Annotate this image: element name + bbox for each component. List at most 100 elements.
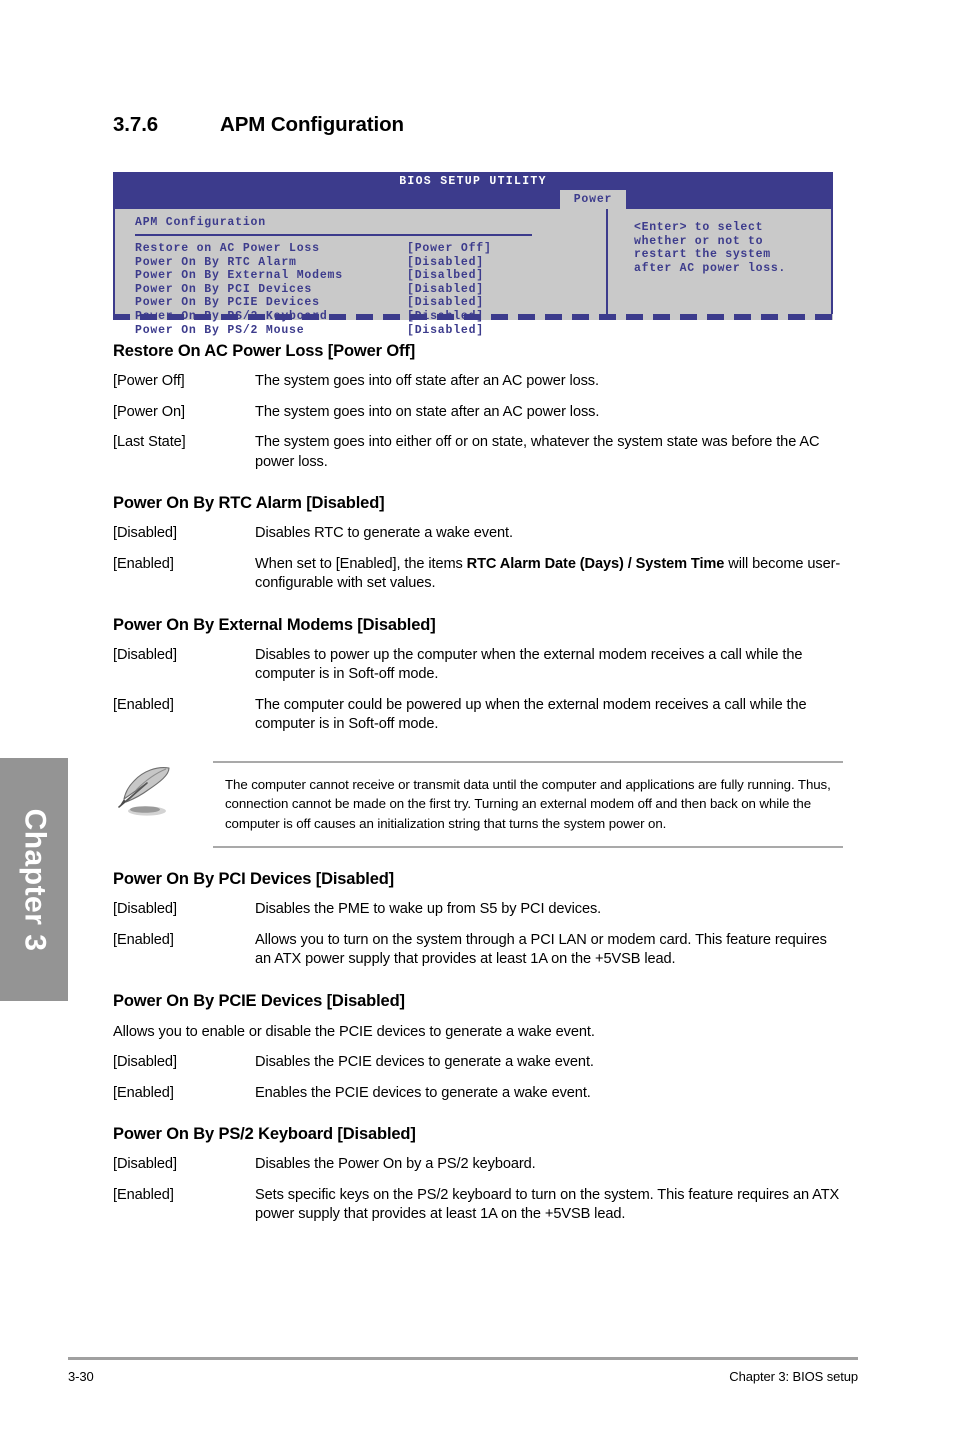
option-desc-prefix: When set to [Enabled], the items — [255, 555, 467, 572]
option-definition-row: [Last State] The system goes into either … — [113, 433, 843, 472]
bios-setting-row[interactable]: Power On By RTC Alarm [Disabled] — [135, 256, 606, 270]
option-section: Power On By External Modems [Disabled] [D… — [113, 616, 843, 735]
option-value-description: Enables the PCIE devices to generate a w… — [255, 1084, 591, 1101]
option-value-description: Disables RTC to generate a wake event. — [255, 525, 513, 541]
option-definition-row: [Enabled] Allows you to turn on the syste… — [113, 931, 843, 970]
option-value-description: Disables the Power On by a PS/2 keyboard… — [255, 1156, 536, 1172]
bios-setting-value[interactable]: [Disabled] — [407, 296, 484, 310]
option-definition-row: [Disabled] Disables the PME to wake up fr… — [113, 900, 843, 920]
bios-setting-label: Power On By PS/2 Keyboard — [135, 309, 328, 323]
chapter-side-tab-label: Chapter 3 — [18, 808, 51, 951]
option-definition-list: [Disabled] Disables the PCIE devices to g… — [113, 1053, 843, 1103]
option-value-description: Disables to power up the computer when t… — [255, 646, 803, 683]
option-value-term: [Disabled] — [113, 901, 177, 917]
option-definition-row: [Disabled] Disables to power up the compu… — [113, 646, 843, 685]
page-title: 3.7.6 APM Configuration — [113, 113, 843, 137]
bios-setting-label: Power On By External Modems — [135, 269, 343, 283]
option-sections-bottom: Power On By PCI Devices [Disabled] [Disab… — [113, 870, 843, 970]
quill-pen-icon — [113, 761, 213, 826]
page-footer: 3-30 Chapter 3: BIOS setup — [68, 1357, 858, 1384]
bios-setting-value[interactable]: [Disabled] — [407, 256, 484, 270]
bios-help-line: restart the system — [634, 248, 771, 262]
option-section-ps2-keyboard: Power On By PS/2 Keyboard [Disabled] [Di… — [113, 1125, 843, 1225]
option-value-term: [Power On] — [113, 403, 185, 420]
option-definition-list: [Disabled] Disables to power up the compu… — [113, 646, 843, 735]
page-content: 3.7.6 APM Configuration BIOS SETUP UTILI… — [113, 0, 843, 1225]
option-heading: Power On By RTC Alarm [Disabled] — [113, 494, 385, 512]
option-value-term: [Disabled] — [113, 525, 177, 541]
option-definition-row: [Enabled] Enables the PCIE devices to gen… — [113, 1084, 843, 1104]
option-sections-top: Restore On AC Power Loss [Power Off] [Pow… — [113, 342, 843, 735]
bios-setting-label: Power On By PCI Devices — [135, 282, 313, 296]
option-value-description: Disables the PCIE devices to generate a … — [255, 1054, 594, 1070]
option-heading: Power On By PS/2 Keyboard [Disabled] — [113, 1125, 416, 1143]
option-value-description: When set to [Enabled], the items RTC Ala… — [255, 555, 843, 594]
bios-panel-divider — [135, 234, 532, 236]
option-definition-list: [Disabled] Disables RTC to generate a wak… — [113, 524, 843, 594]
bios-setting-value[interactable]: [Disalbed] — [407, 269, 484, 283]
bios-setting-row[interactable]: Restore on AC Power Loss [Power Off] — [135, 242, 606, 256]
bios-help-panel: <Enter> to select whether or not to restar… — [606, 209, 831, 314]
note-text: The computer cannot receive or transmit … — [225, 776, 831, 831]
footer-chapter-label: Chapter 3: BIOS setup — [729, 1369, 858, 1384]
option-value-term: [Enabled] — [113, 931, 174, 948]
option-value-description: Sets specific keys on the PS/2 keyboard … — [255, 1186, 840, 1223]
bios-setting-row[interactable]: Power On By PCIE Devices [Disabled] — [135, 296, 606, 310]
bios-setting-label: Power On By PS/2 Mouse — [135, 323, 305, 337]
bios-setting-value[interactable]: [Power Off] — [407, 242, 492, 256]
option-desc-emphasis: RTC Alarm Date (Days) / System Time — [466, 555, 725, 572]
option-intro-paragraph: Allows you to enable or disable the PCIE… — [113, 1023, 595, 1040]
bios-settings-list: Restore on AC Power Loss [Power Off] Power… — [135, 242, 606, 337]
bios-setting-label: Restore on AC Power Loss — [135, 242, 320, 255]
bios-setting-row[interactable]: Power On By PS/2 Keyboard [Disabled] — [135, 310, 606, 324]
bios-help-line: after AC power loss. — [634, 261, 787, 275]
option-definition-row: [Disabled] Disables the PCIE devices to g… — [113, 1053, 843, 1073]
bios-setting-row[interactable]: Power On By PCI Devices [Disabled] — [135, 283, 606, 297]
option-definition-row: [Enabled] Sets specific keys on the PS/2 … — [113, 1186, 843, 1225]
option-section: Power On By PCI Devices [Disabled] [Disab… — [113, 870, 843, 970]
option-value-term: [Disabled] — [113, 646, 177, 663]
option-value-description: The system goes into on state after an A… — [255, 403, 600, 420]
option-section: Restore On AC Power Loss [Power Off] [Pow… — [113, 342, 843, 472]
option-value-description: Disables the PME to wake up from S5 by P… — [255, 901, 602, 917]
bios-setting-row[interactable]: Power On By External Modems [Disalbed] — [135, 269, 606, 283]
bios-header: BIOS SETUP UTILITY Power — [113, 172, 833, 209]
bios-utility-title: BIOS SETUP UTILITY — [399, 175, 547, 188]
bios-settings-panel: APM Configuration Restore on AC Power Lo… — [115, 209, 606, 337]
option-definition-row: [Enabled] When set to [Enabled], the item… — [113, 555, 843, 594]
option-value-term: [Last State] — [113, 434, 186, 450]
option-value-term: [Enabled] — [113, 1186, 174, 1203]
option-value-description: The computer could be powered up when th… — [255, 696, 807, 733]
option-value-term: [Enabled] — [113, 696, 174, 713]
option-value-term: [Disabled] — [113, 1054, 177, 1070]
bios-tab-power[interactable]: Power — [560, 190, 626, 209]
footer-page-number: 3-30 — [68, 1369, 94, 1384]
option-value-term: [Enabled] — [113, 1084, 174, 1101]
option-heading: Power On By External Modems [Disabled] — [113, 615, 436, 634]
option-definition-list: [Disabled] Disables the Power On by a PS/… — [113, 1155, 843, 1225]
option-value-term: [Enabled] — [113, 555, 174, 572]
option-definition-row: [Disabled] Disables RTC to generate a wak… — [113, 524, 843, 544]
footer-divider — [68, 1357, 858, 1360]
bios-help-line: whether or not to — [634, 234, 764, 248]
note-body: The computer cannot receive or transmit … — [213, 760, 843, 848]
option-value-description: The system goes into off state after an … — [255, 373, 599, 389]
option-section: Power On By RTC Alarm [Disabled] [Disable… — [113, 494, 843, 594]
bios-setting-label: Power On By PCIE Devices — [135, 296, 320, 310]
bios-panel-title: APM Configuration — [135, 216, 266, 229]
bios-setting-value[interactable]: [Disabled] — [407, 283, 484, 297]
bios-body: APM Configuration Restore on AC Power Lo… — [113, 209, 833, 337]
option-definition-list: [Power Off] The system goes into off stat… — [113, 372, 843, 472]
option-heading: Restore On AC Power Loss [Power Off] — [113, 342, 416, 360]
bios-setting-row[interactable]: Power On By PS/2 Mouse [Disabled] — [135, 324, 606, 338]
option-section-pcie: Power On By PCIE Devices [Disabled] Allo… — [113, 992, 843, 1104]
chapter-side-tab: Chapter 3 — [0, 758, 68, 1001]
option-heading: Power On By PCI Devices [Disabled] — [113, 870, 394, 888]
bios-setting-label: Power On By RTC Alarm — [135, 255, 297, 269]
note-box: The computer cannot receive or transmit … — [113, 760, 843, 848]
option-definition-row: [Enabled] The computer could be powered u… — [113, 696, 843, 735]
option-definition-row: [Power On] The system goes into on state … — [113, 403, 843, 423]
bios-setting-value[interactable]: [Disabled] — [407, 310, 484, 324]
option-value-term: [Power Off] — [113, 373, 185, 389]
bios-setting-value[interactable]: [Disabled] — [407, 324, 484, 338]
